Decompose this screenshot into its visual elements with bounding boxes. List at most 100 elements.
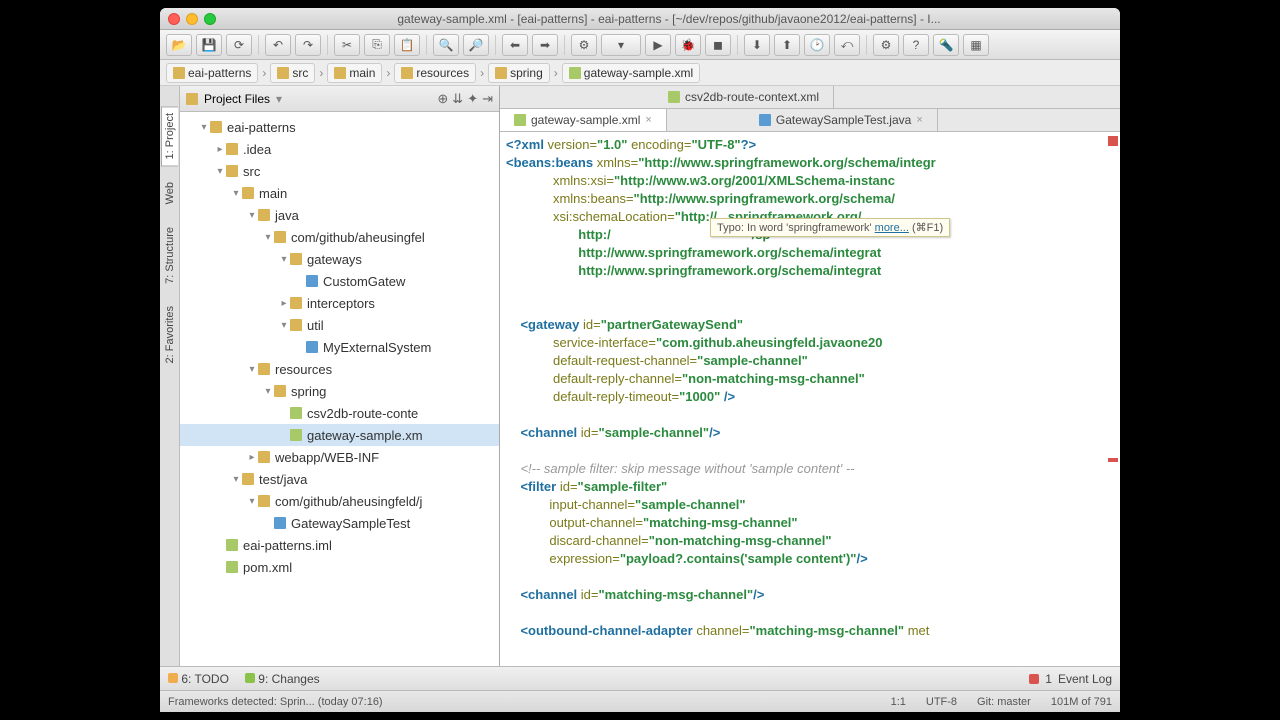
find-icon[interactable]: 🔍 <box>433 34 459 56</box>
tree-row[interactable]: ▸interceptors <box>180 292 499 314</box>
help-icon[interactable]: ? <box>903 34 929 56</box>
sidebar-tab-structure[interactable]: 7: Structure <box>162 221 178 290</box>
search-everywhere-icon[interactable]: 🔦 <box>933 34 959 56</box>
tree-twisty-icon[interactable]: ▾ <box>246 496 258 507</box>
tree-row[interactable]: ▸.idea <box>180 138 499 160</box>
zoom-window-icon[interactable] <box>204 13 216 25</box>
tree-row[interactable]: ▾com/github/aheusingfeld/j <box>180 490 499 512</box>
sidebar-tab-web[interactable]: Web <box>162 176 178 210</box>
collapse-all-icon[interactable]: ⇊ <box>452 91 463 107</box>
tree-twisty-icon[interactable]: ▾ <box>198 122 210 133</box>
close-tab-icon[interactable]: × <box>645 114 651 126</box>
breadcrumb-item[interactable]: src <box>270 63 315 83</box>
tree-row[interactable]: ▾java <box>180 204 499 226</box>
status-git-branch[interactable]: Git: master <box>977 696 1031 708</box>
sidebar-tab-project[interactable]: 1: Project <box>161 106 178 166</box>
project-tree[interactable]: ▾eai-patterns▸.idea▾src▾main▾java▾com/gi… <box>180 112 499 666</box>
locate-icon[interactable]: ⊕ <box>437 91 448 107</box>
tree-row[interactable]: MyExternalSystem <box>180 336 499 358</box>
tree-twisty-icon[interactable]: ▸ <box>246 452 258 463</box>
titlebar[interactable]: gateway-sample.xml - [eai-patterns] - ea… <box>160 8 1120 30</box>
project-view-dropdown[interactable]: ▾ <box>276 92 282 106</box>
tree-row[interactable]: gateway-sample.xm <box>180 424 499 446</box>
tree-label: MyExternalSystem <box>323 340 431 355</box>
settings-icon[interactable]: ⚙ <box>873 34 899 56</box>
changes-tab[interactable]: 9: Changes <box>245 672 320 686</box>
vcs-history-icon[interactable]: 🕑 <box>804 34 830 56</box>
open-file-icon[interactable]: 📂 <box>166 34 192 56</box>
status-caret-position[interactable]: 1:1 <box>891 696 906 708</box>
error-stripe-marker[interactable] <box>1108 136 1118 146</box>
tree-row[interactable]: ▾gateways <box>180 248 499 270</box>
close-tab-icon[interactable]: × <box>916 114 922 126</box>
vcs-commit-icon[interactable]: ⬆ <box>774 34 800 56</box>
editor-tab[interactable]: csv2db-route-context.xml <box>654 86 834 108</box>
tree-row[interactable]: ▸ webapp/WEB-INF <box>180 446 499 468</box>
vcs-revert-icon[interactable]: ⤺ <box>834 34 860 56</box>
error-stripe-marker[interactable] <box>1108 458 1118 462</box>
tree-twisty-icon[interactable]: ▾ <box>246 210 258 221</box>
tree-row[interactable]: ▾eai-patterns <box>180 116 499 138</box>
minimize-window-icon[interactable] <box>186 13 198 25</box>
close-window-icon[interactable] <box>168 13 180 25</box>
run-icon[interactable]: ▶ <box>645 34 671 56</box>
breadcrumb-item[interactable]: gateway-sample.xml <box>562 63 700 83</box>
sync-icon[interactable]: ⟳ <box>226 34 252 56</box>
stop-icon[interactable]: ◼ <box>705 34 731 56</box>
tree-row[interactable]: ▾src <box>180 160 499 182</box>
breadcrumb-item[interactable]: main <box>327 63 382 83</box>
breadcrumb-item[interactable]: spring <box>488 63 550 83</box>
tree-row[interactable]: csv2db-route-conte <box>180 402 499 424</box>
tree-twisty-icon[interactable]: ▾ <box>278 320 290 331</box>
breadcrumb-item[interactable]: resources <box>394 63 476 83</box>
paste-icon[interactable]: 📋 <box>394 34 420 56</box>
tree-twisty-icon[interactable]: ▸ <box>278 298 290 309</box>
status-frameworks[interactable]: Frameworks detected: Sprin... (today 07:… <box>168 696 383 708</box>
run-config-dropdown[interactable]: ▾ <box>601 34 641 56</box>
copy-icon[interactable]: ⎘ <box>364 34 390 56</box>
debug-icon[interactable]: 🐞 <box>675 34 701 56</box>
tree-row[interactable]: ▾util <box>180 314 499 336</box>
tree-label: webapp/WEB-INF <box>275 450 379 465</box>
tree-row[interactable]: ▾main <box>180 182 499 204</box>
tree-twisty-icon[interactable]: ▾ <box>214 166 226 177</box>
save-icon[interactable]: 💾 <box>196 34 222 56</box>
tree-row[interactable]: ▾com/github/aheusingfel <box>180 226 499 248</box>
vcs-update-icon[interactable]: ⬇ <box>744 34 770 56</box>
tree-row[interactable]: CustomGatew <box>180 270 499 292</box>
tree-row[interactable]: eai-patterns.iml <box>180 534 499 556</box>
cut-icon[interactable]: ✂ <box>334 34 360 56</box>
tree-twisty-icon[interactable]: ▾ <box>246 364 258 375</box>
editor-tab[interactable]: GatewaySampleTest.java× <box>745 109 938 131</box>
project-structure-icon[interactable]: ▦ <box>963 34 989 56</box>
tree-twisty-icon[interactable]: ▾ <box>230 474 242 485</box>
sidebar-tab-favorites[interactable]: 2: Favorites <box>162 300 178 369</box>
hint-more-link[interactable]: more... <box>875 222 909 234</box>
tree-row[interactable]: GatewaySampleTest <box>180 512 499 534</box>
status-encoding[interactable]: UTF-8 <box>926 696 957 708</box>
redo-icon[interactable]: ↷ <box>295 34 321 56</box>
tree-row[interactable]: ▾resources <box>180 358 499 380</box>
forward-icon[interactable]: ➡ <box>532 34 558 56</box>
tree-twisty-icon[interactable]: ▾ <box>262 232 274 243</box>
undo-icon[interactable]: ↶ <box>265 34 291 56</box>
tree-row[interactable]: ▾test/java <box>180 468 499 490</box>
back-icon[interactable]: ⬅ <box>502 34 528 56</box>
panel-settings-icon[interactable]: ✦ <box>467 91 478 107</box>
replace-icon[interactable]: 🔎 <box>463 34 489 56</box>
build-icon[interactable]: ⚙ <box>571 34 597 56</box>
tree-row[interactable]: pom.xml <box>180 556 499 578</box>
inspection-hint-popup[interactable]: Typo: In word 'springframework' more... … <box>710 218 950 237</box>
tree-twisty-icon[interactable]: ▾ <box>230 188 242 199</box>
editor-tab[interactable]: gateway-sample.xml× <box>500 109 667 131</box>
todo-tab[interactable]: 6: TODO <box>168 672 229 686</box>
breadcrumb-item[interactable]: eai-patterns <box>166 63 258 83</box>
code-editor[interactable]: <?xml version="1.0" encoding="UTF-8"?><b… <box>500 132 1120 666</box>
tree-twisty-icon[interactable]: ▾ <box>262 386 274 397</box>
status-memory[interactable]: 101M of 791 <box>1051 696 1112 708</box>
tree-twisty-icon[interactable]: ▾ <box>278 254 290 265</box>
event-log-tab[interactable]: Event Log <box>1058 672 1112 686</box>
hide-panel-icon[interactable]: ⇥ <box>482 91 493 107</box>
tree-row[interactable]: ▾spring <box>180 380 499 402</box>
tree-twisty-icon[interactable]: ▸ <box>214 144 226 155</box>
